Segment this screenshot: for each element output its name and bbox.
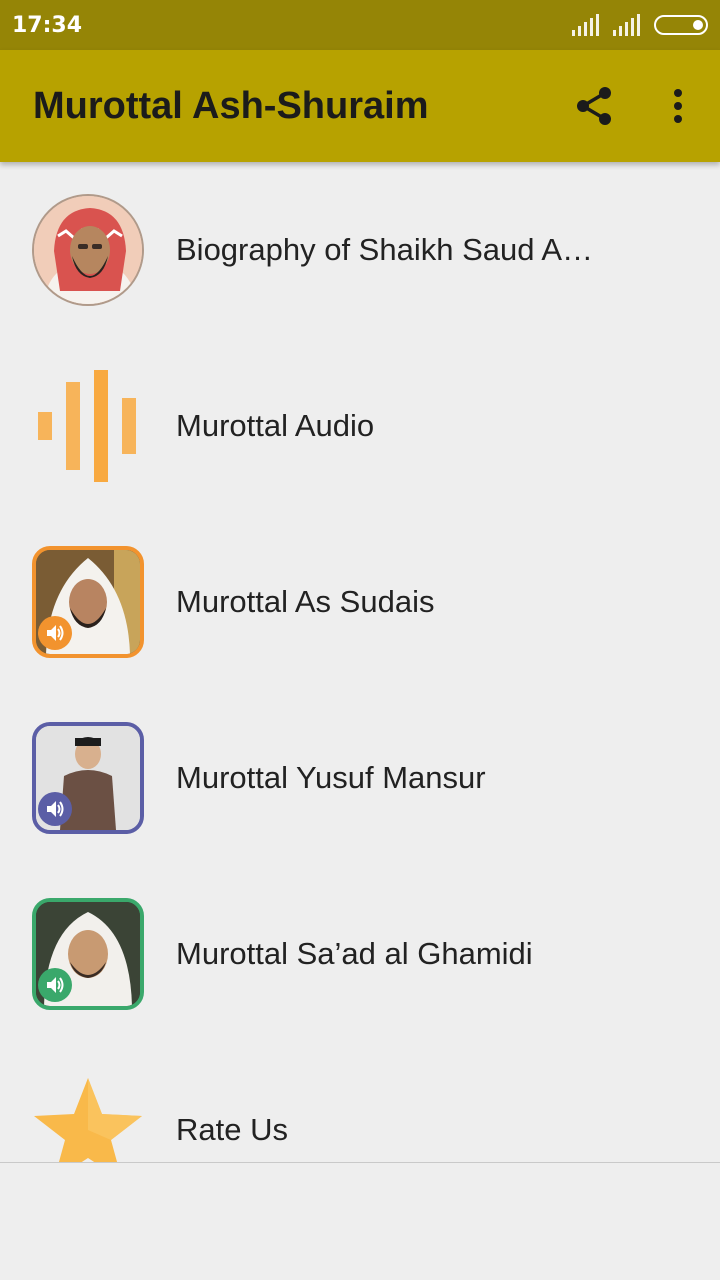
list-item-rate-us[interactable]: Rate Us <box>0 1042 720 1162</box>
yusuf-portrait-icon <box>32 722 144 834</box>
speaker-badge-icon <box>38 968 72 1002</box>
list-item-label: Murottal As Sudais <box>176 584 435 619</box>
app-actions <box>552 64 720 148</box>
status-time: 17:34 <box>12 12 83 38</box>
audio-wave-icon <box>32 370 144 482</box>
share-button[interactable] <box>552 64 636 148</box>
list-item-label: Biography of Shaikh Saud Al… <box>176 232 596 267</box>
star-icon <box>32 1074 144 1162</box>
list-item-biography[interactable]: Biography of Shaikh Saud Al… <box>0 162 720 338</box>
status-bar: 17:34 <box>0 0 720 50</box>
app-title: Murottal Ash-Shuraim <box>33 84 429 127</box>
signal-icon <box>572 14 599 36</box>
portrait-icon <box>32 194 144 306</box>
menu-list: Biography of Shaikh Saud Al… Murottal Au… <box>0 162 720 1162</box>
battery-icon <box>654 15 708 35</box>
status-icons <box>572 14 708 36</box>
list-item-as-sudais[interactable]: Murottal As Sudais <box>0 514 720 690</box>
signal-icon-2 <box>613 14 640 36</box>
ghamidi-portrait-icon <box>32 898 144 1010</box>
share-icon <box>577 87 611 125</box>
list-item-label: Murottal Sa’ad al Ghamidi <box>176 936 533 971</box>
speaker-badge-icon <box>38 616 72 650</box>
list-item-label: Murottal Yusuf Mansur <box>176 760 486 795</box>
app-bar: Murottal Ash-Shuraim <box>0 50 720 162</box>
more-vert-icon <box>674 89 682 123</box>
list-item-label: Murottal Audio <box>176 408 375 443</box>
list-item-murottal-audio[interactable]: Murottal Audio <box>0 338 720 514</box>
speaker-badge-icon <box>38 792 72 826</box>
bottom-divider <box>0 1162 720 1163</box>
list-item-saad-al-ghamidi[interactable]: Murottal Sa’ad al Ghamidi <box>0 866 720 1042</box>
more-options-button[interactable] <box>636 64 720 148</box>
list-item-yusuf-mansur[interactable]: Murottal Yusuf Mansur <box>0 690 720 866</box>
sudais-portrait-icon <box>32 546 144 658</box>
list-item-label: Rate Us <box>176 1112 288 1147</box>
